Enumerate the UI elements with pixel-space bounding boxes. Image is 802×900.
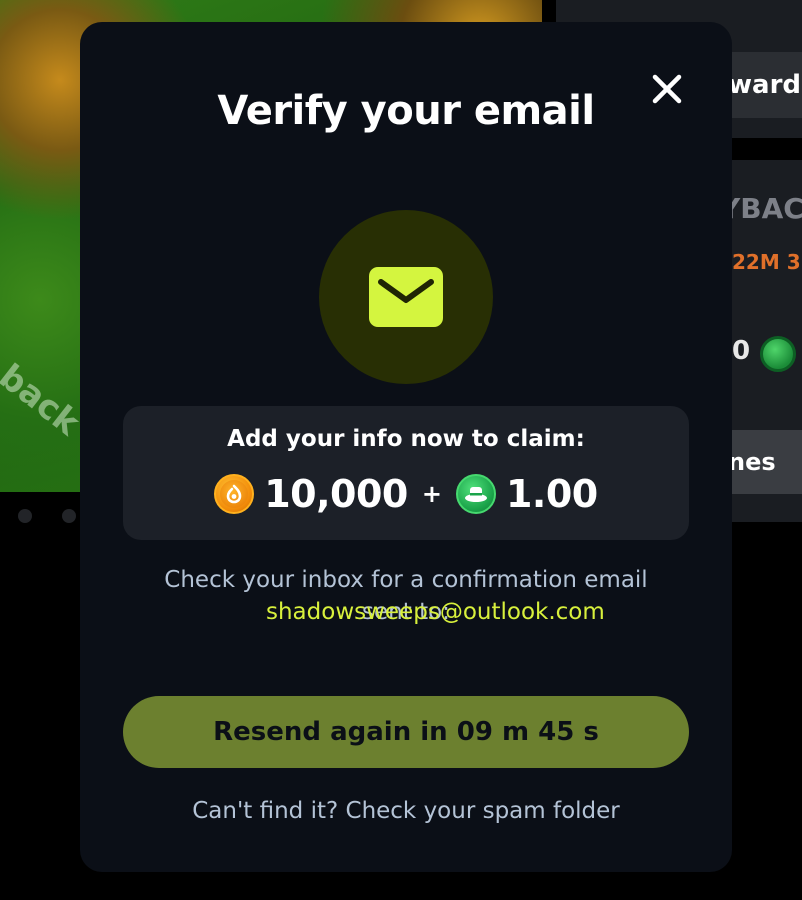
carousel-dot[interactable] bbox=[62, 509, 76, 523]
gold-coin-icon bbox=[214, 474, 255, 514]
carousel-dot[interactable] bbox=[18, 509, 32, 523]
carousel-dots bbox=[18, 509, 76, 523]
envelope-icon bbox=[369, 267, 443, 327]
green-coin-icon bbox=[455, 474, 496, 514]
close-button[interactable] bbox=[644, 66, 690, 112]
mail-icon-circle bbox=[319, 210, 493, 384]
plus-sign: + bbox=[421, 480, 442, 508]
payback-timer: 22M 3 bbox=[732, 250, 801, 274]
claim-heading: Add your info now to claim: bbox=[227, 426, 585, 452]
close-icon bbox=[652, 74, 682, 104]
resend-button[interactable]: Resend again in 09 m 45 s bbox=[123, 696, 689, 768]
spam-hint: Can't find it? Check your spam folder bbox=[192, 798, 620, 824]
payback-title: YBAC bbox=[720, 192, 802, 225]
claim-rewards: 10,000 + 1.00 bbox=[123, 472, 689, 516]
payback-amount: 0 bbox=[732, 336, 751, 366]
gold-coin-amount: 10,000 bbox=[264, 472, 408, 516]
claim-box: Add your info now to claim: 10,000 + 1.0… bbox=[123, 406, 689, 540]
green-coin-icon bbox=[760, 336, 796, 372]
verify-email-modal: Verify your email Add your info now to c… bbox=[80, 22, 732, 872]
green-coin-amount: 1.00 bbox=[505, 472, 598, 516]
modal-title: Verify your email bbox=[217, 88, 595, 134]
email-address: shadowsweeps@outlook.com bbox=[266, 599, 605, 625]
banner-text: back bbox=[0, 356, 87, 444]
